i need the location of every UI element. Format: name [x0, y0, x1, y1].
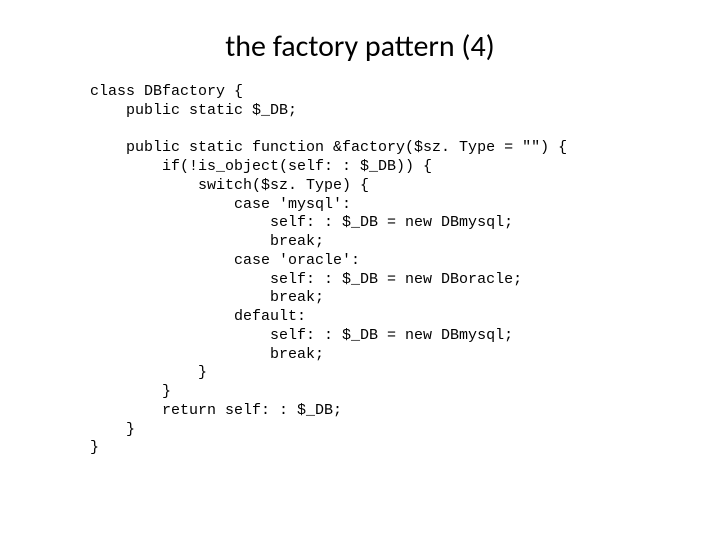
slide-title: the factory pattern (4) [40, 28, 680, 65]
code-block: class DBfactory { public static $_DB; pu… [90, 83, 680, 458]
slide: the factory pattern (4) class DBfactory … [0, 0, 720, 540]
